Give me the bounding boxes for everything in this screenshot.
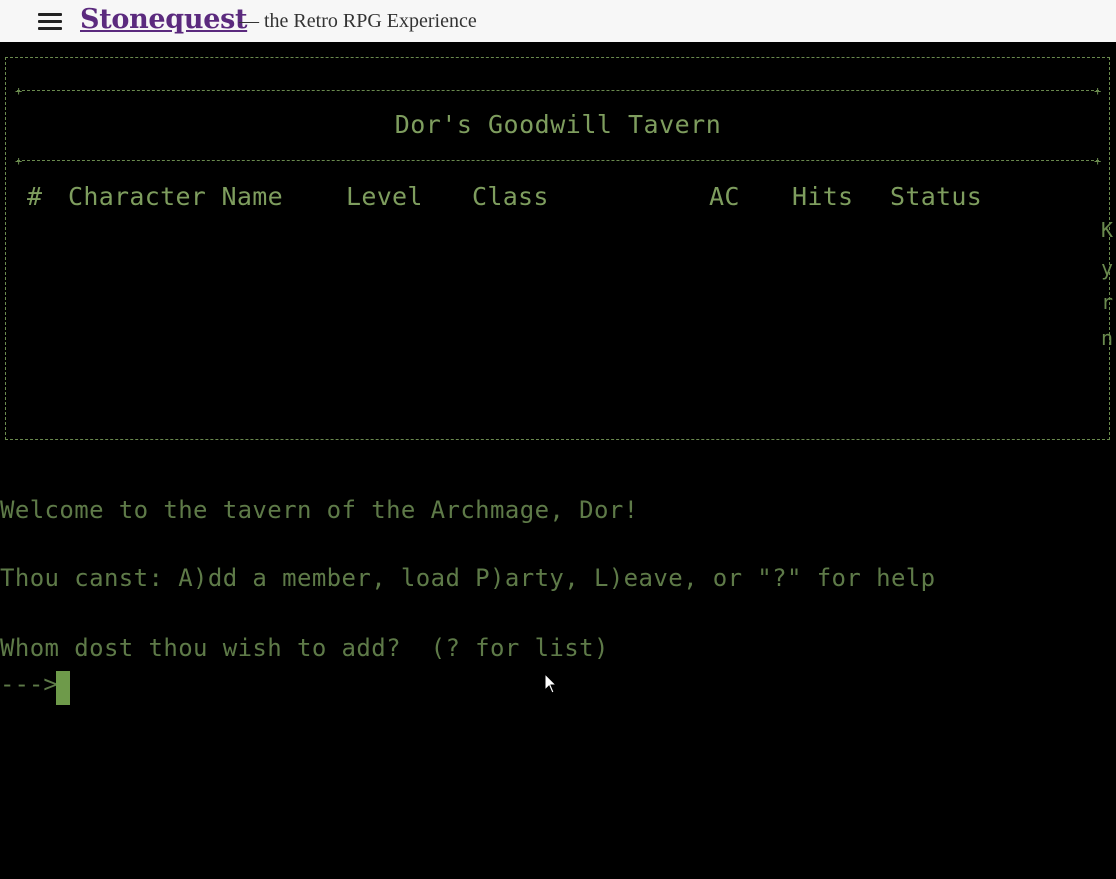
brand-link[interactable]: Stonequest <box>80 2 247 38</box>
frame-divider-top <box>17 90 1099 91</box>
command-prompt: ---> <box>0 670 58 698</box>
game-screen[interactable]: + + + + Dor's Goodwill Tavern # Characte… <box>0 42 1116 879</box>
side-letter: y <box>1101 256 1114 280</box>
tagline: — the Retro RPG Experience <box>239 10 477 32</box>
side-letter: K <box>1101 218 1114 242</box>
frame-corner: + <box>1094 84 1102 98</box>
side-letter: r <box>1101 290 1114 314</box>
tavern-title: Dor's Goodwill Tavern <box>394 110 722 139</box>
column-header-ac: AC <box>709 182 740 211</box>
column-header-class: Class <box>472 182 549 211</box>
hamburger-menu-icon[interactable] <box>38 13 62 30</box>
frame-corner: + <box>15 84 23 98</box>
mouse-pointer-icon <box>544 673 558 694</box>
frame-corner: + <box>1094 154 1102 168</box>
side-letter: n <box>1101 326 1114 350</box>
options-message: Thou canst: A)dd a member, load P)arty, … <box>0 564 936 592</box>
column-header-name: Character Name <box>68 182 283 211</box>
frame-divider-header <box>17 160 1099 161</box>
welcome-message: Welcome to the tavern of the Archmage, D… <box>0 496 639 524</box>
column-header-hits: Hits <box>792 182 854 211</box>
frame-corner: + <box>15 154 23 168</box>
input-cursor[interactable] <box>56 671 70 705</box>
add-member-question: Whom dost thou wish to add? (? for list) <box>0 634 609 662</box>
top-bar: Stonequest — the Retro RPG Experience <box>0 0 1116 42</box>
column-header-status: Status <box>890 182 983 211</box>
column-header-level: Level <box>346 182 423 211</box>
column-header-number: # <box>27 182 43 211</box>
